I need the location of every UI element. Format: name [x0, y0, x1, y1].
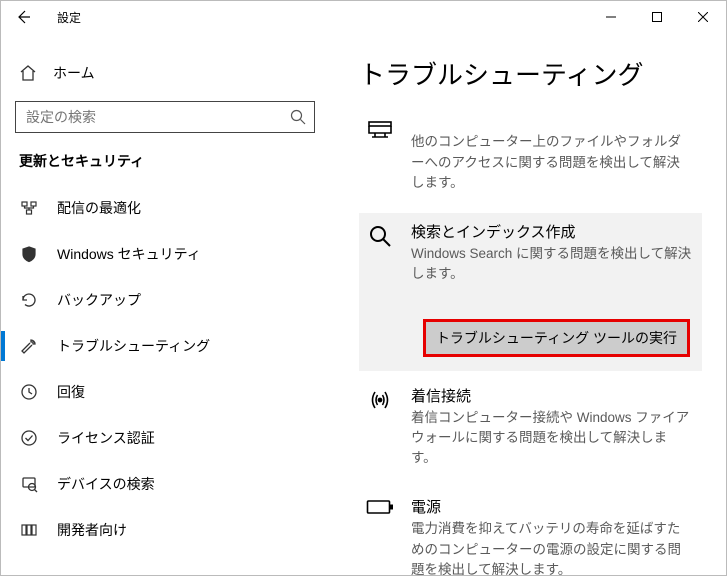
troubleshoot-desc: 着信コンピューター接続や Windows ファイアウォールに関する問題を検出して…	[411, 408, 692, 469]
sidebar-item-label: Windows セキュリティ	[57, 244, 201, 264]
sidebar-home-label: ホーム	[53, 63, 95, 83]
delivery-icon	[19, 198, 39, 218]
close-button[interactable]	[680, 1, 726, 33]
home-icon	[19, 64, 37, 82]
troubleshoot-title: 検索とインデックス作成	[411, 221, 692, 242]
sidebar-item-label: 回復	[57, 382, 85, 402]
sidebar-category: 更新とセキュリティ	[1, 151, 329, 185]
run-troubleshooter-button[interactable]: トラブルシューティング ツールの実行	[423, 319, 690, 357]
sidebar-item-find-device[interactable]: デバイスの検索	[1, 461, 329, 507]
maximize-button[interactable]	[634, 1, 680, 33]
back-button[interactable]	[1, 1, 45, 33]
sidebar-item-delivery-optimization[interactable]: 配信の最適化	[1, 185, 329, 231]
troubleshoot-item-search-indexing[interactable]: 検索とインデックス作成 Windows Search に関する問題を検出して解決…	[359, 213, 702, 371]
sidebar-item-label: デバイスの検索	[57, 474, 155, 494]
search-box[interactable]	[15, 101, 315, 133]
shield-icon	[19, 244, 39, 264]
troubleshoot-title: 電源	[411, 496, 692, 517]
developers-icon	[19, 520, 39, 540]
sidebar-item-troubleshoot[interactable]: トラブルシューティング	[1, 323, 329, 369]
minimize-button[interactable]	[588, 1, 634, 33]
shared-folder-icon	[363, 118, 397, 193]
sidebar: ホーム 更新とセキュリティ 配信の最適化 Windows セキュリティ	[1, 33, 329, 575]
sidebar-item-label: トラブルシューティング	[57, 336, 210, 356]
troubleshoot-item-incoming-connections[interactable]: 着信接続 着信コンピューター接続や Windows ファイアウォールに関する問題…	[359, 377, 702, 483]
troubleshoot-title: 着信接続	[411, 385, 692, 406]
activation-icon	[19, 428, 39, 448]
find-device-icon	[19, 474, 39, 494]
sidebar-home[interactable]: ホーム	[1, 53, 329, 93]
page-title: トラブルシューティング	[359, 55, 702, 92]
incoming-connections-icon	[363, 385, 397, 469]
window-title: 設定	[57, 9, 81, 26]
arrow-left-icon	[15, 9, 31, 25]
sidebar-item-label: 配信の最適化	[57, 198, 141, 218]
wrench-icon	[19, 336, 39, 356]
titlebar: 設定	[1, 1, 726, 33]
troubleshoot-item-shared-folder[interactable]: 共有フォルダー 他のコンピューター上のファイルやフォルダーへのアクセスに関する問…	[359, 110, 702, 207]
main-panel: トラブルシューティング 共有フォルダー 他のコンピューター上のファイルやフォルダ…	[329, 33, 726, 575]
troubleshoot-desc: 他のコンピューター上のファイルやフォルダーへのアクセスに関する問題を検出して解決…	[411, 132, 692, 193]
battery-icon	[363, 496, 397, 575]
troubleshoot-item-power[interactable]: 電源 電力消費を抑えてバッテリの寿命を延ばすためのコンピューターの電源の設定に関…	[359, 488, 702, 575]
backup-icon	[19, 290, 39, 310]
sidebar-item-activation[interactable]: ライセンス認証	[1, 415, 329, 461]
sidebar-item-developers[interactable]: 開発者向け	[1, 507, 329, 553]
sidebar-item-windows-security[interactable]: Windows セキュリティ	[1, 231, 329, 277]
troubleshoot-desc: 電力消費を抑えてバッテリの寿命を延ばすためのコンピューターの電源の設定に関する問…	[411, 519, 692, 575]
recovery-icon	[19, 382, 39, 402]
search-input[interactable]	[16, 102, 282, 132]
sidebar-item-label: ライセンス認証	[57, 428, 155, 448]
close-icon	[698, 12, 708, 22]
troubleshoot-desc: Windows Search に関する問題を検出して解決します。	[411, 244, 692, 285]
sidebar-item-label: バックアップ	[57, 290, 141, 310]
search-index-icon	[363, 221, 397, 357]
sidebar-item-backup[interactable]: バックアップ	[1, 277, 329, 323]
minimize-icon	[606, 12, 616, 22]
sidebar-item-label: 開発者向け	[57, 520, 127, 540]
maximize-icon	[652, 12, 662, 22]
search-icon	[282, 101, 314, 133]
sidebar-item-recovery[interactable]: 回復	[1, 369, 329, 415]
